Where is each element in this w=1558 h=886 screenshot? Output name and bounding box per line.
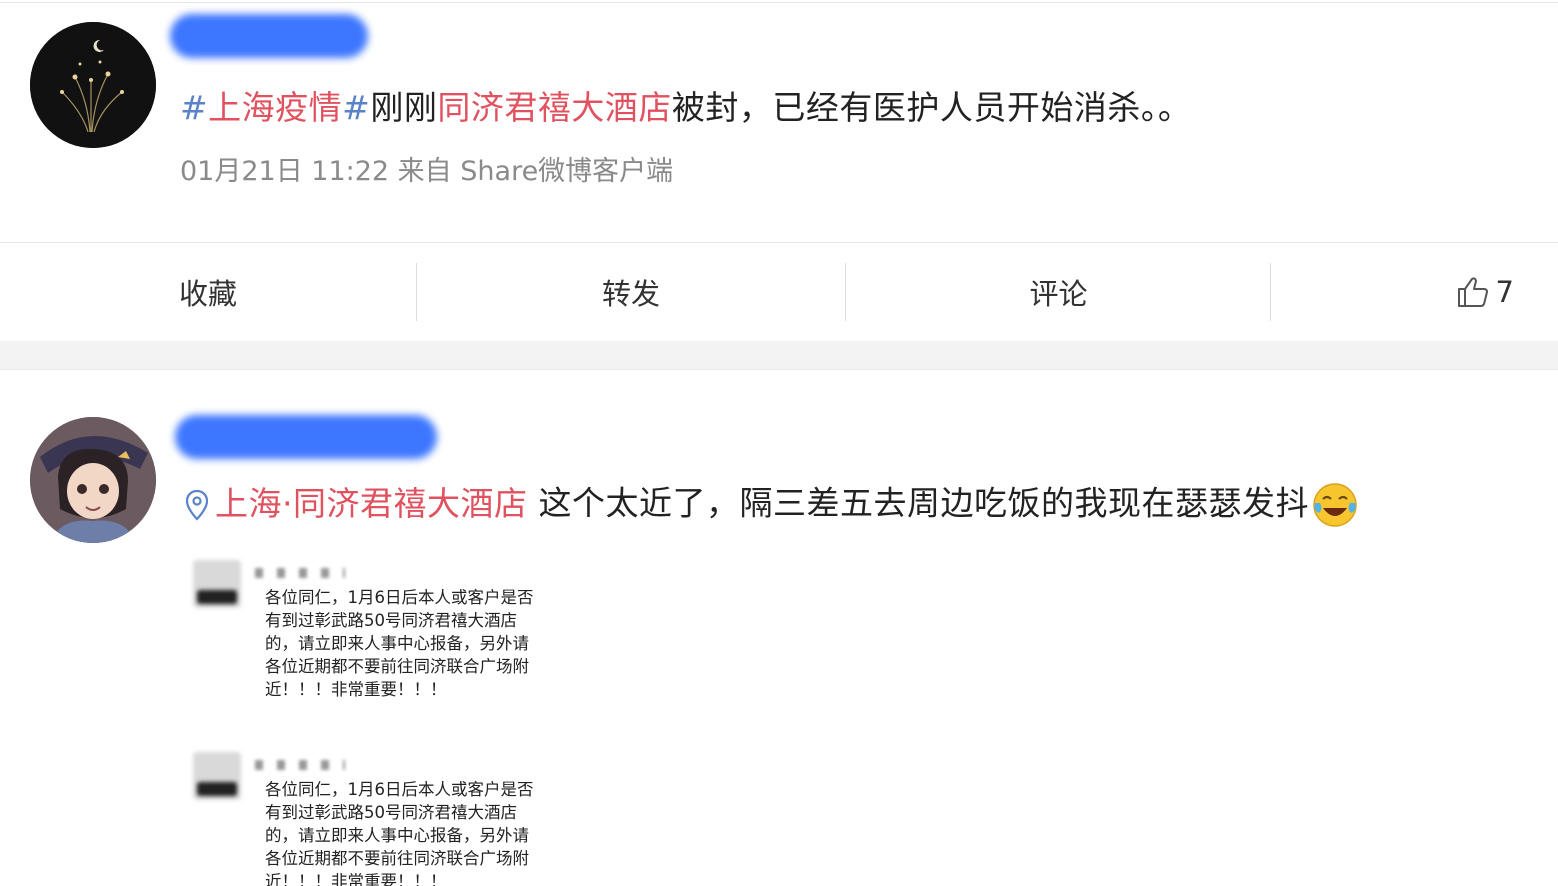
fireworks-avatar-image	[30, 22, 156, 148]
post-image[interactable]: 各位同仁，1月6日后本人或客户是否有到过彰武路50号同济君禧大酒店的，请立即来人…	[185, 548, 545, 886]
location-pin-icon	[185, 489, 209, 521]
like-count: 7	[1495, 275, 1514, 309]
like-button[interactable]: 7	[1456, 243, 1514, 341]
action-bar: 收藏 转发 评论 7	[0, 242, 1558, 342]
repost-button[interactable]: 转发	[417, 243, 845, 341]
chat-message-text: 各位同仁，1月6日后本人或客户是否有到过彰武路50号同济君禧大酒店的，请立即来人…	[265, 588, 534, 699]
comment-label: 评论	[1029, 277, 1088, 311]
favorite-label: 收藏	[178, 277, 237, 311]
avatar[interactable]	[30, 22, 156, 148]
hotel-link[interactable]: 同济君禧大酒店	[437, 88, 672, 127]
repost-label: 转发	[601, 277, 660, 311]
redacted-avatar	[193, 752, 241, 800]
location-link[interactable]: 上海·同济君禧大酒店	[185, 484, 528, 523]
post-text: 上海·同济君禧大酒店 这个太近了，隔三差五去周边吃饭的我现在瑟瑟发抖	[185, 481, 1359, 529]
thumbs-up-icon	[1457, 277, 1488, 307]
post-text: #上海疫情#刚刚同济君禧大酒店被封，已经有医护人员开始消杀。。	[180, 86, 1191, 130]
post-meta: 01月21日 11:22 来自 Share微博客户端	[180, 156, 674, 187]
hashtag-link[interactable]: #上海疫情#	[180, 88, 370, 127]
weibo-post-1: #上海疫情#刚刚同济君禧大酒店被封，已经有医护人员开始消杀。。 01月21日 1…	[0, 0, 1558, 242]
location-label: 上海·同济君禧大酒店	[215, 483, 528, 523]
redacted-name	[255, 568, 345, 578]
divider	[1270, 263, 1271, 321]
redacted-username[interactable]	[170, 14, 368, 58]
redacted-username[interactable]	[175, 415, 437, 459]
redacted-avatar	[193, 560, 241, 608]
anime-girl-avatar-image	[30, 417, 156, 543]
redacted-name	[255, 760, 345, 770]
comment-button[interactable]: 评论	[846, 243, 1271, 341]
avatar[interactable]	[30, 417, 156, 543]
feed-separator	[0, 341, 1558, 370]
favorite-button[interactable]: 收藏	[0, 243, 416, 341]
laugh-cry-emoji-icon	[1313, 483, 1357, 527]
post-text-segment: 刚刚	[370, 88, 438, 127]
post-text-segment: 这个太近了，隔三差五去周边吃饭的我现在瑟瑟发抖	[527, 483, 1309, 523]
post-text-segment: 被封，已经有医护人员开始消杀。。	[671, 88, 1192, 127]
chat-message-text: 各位同仁，1月6日后本人或客户是否有到过彰武路50号同济君禧大酒店的，请立即来人…	[265, 780, 534, 886]
